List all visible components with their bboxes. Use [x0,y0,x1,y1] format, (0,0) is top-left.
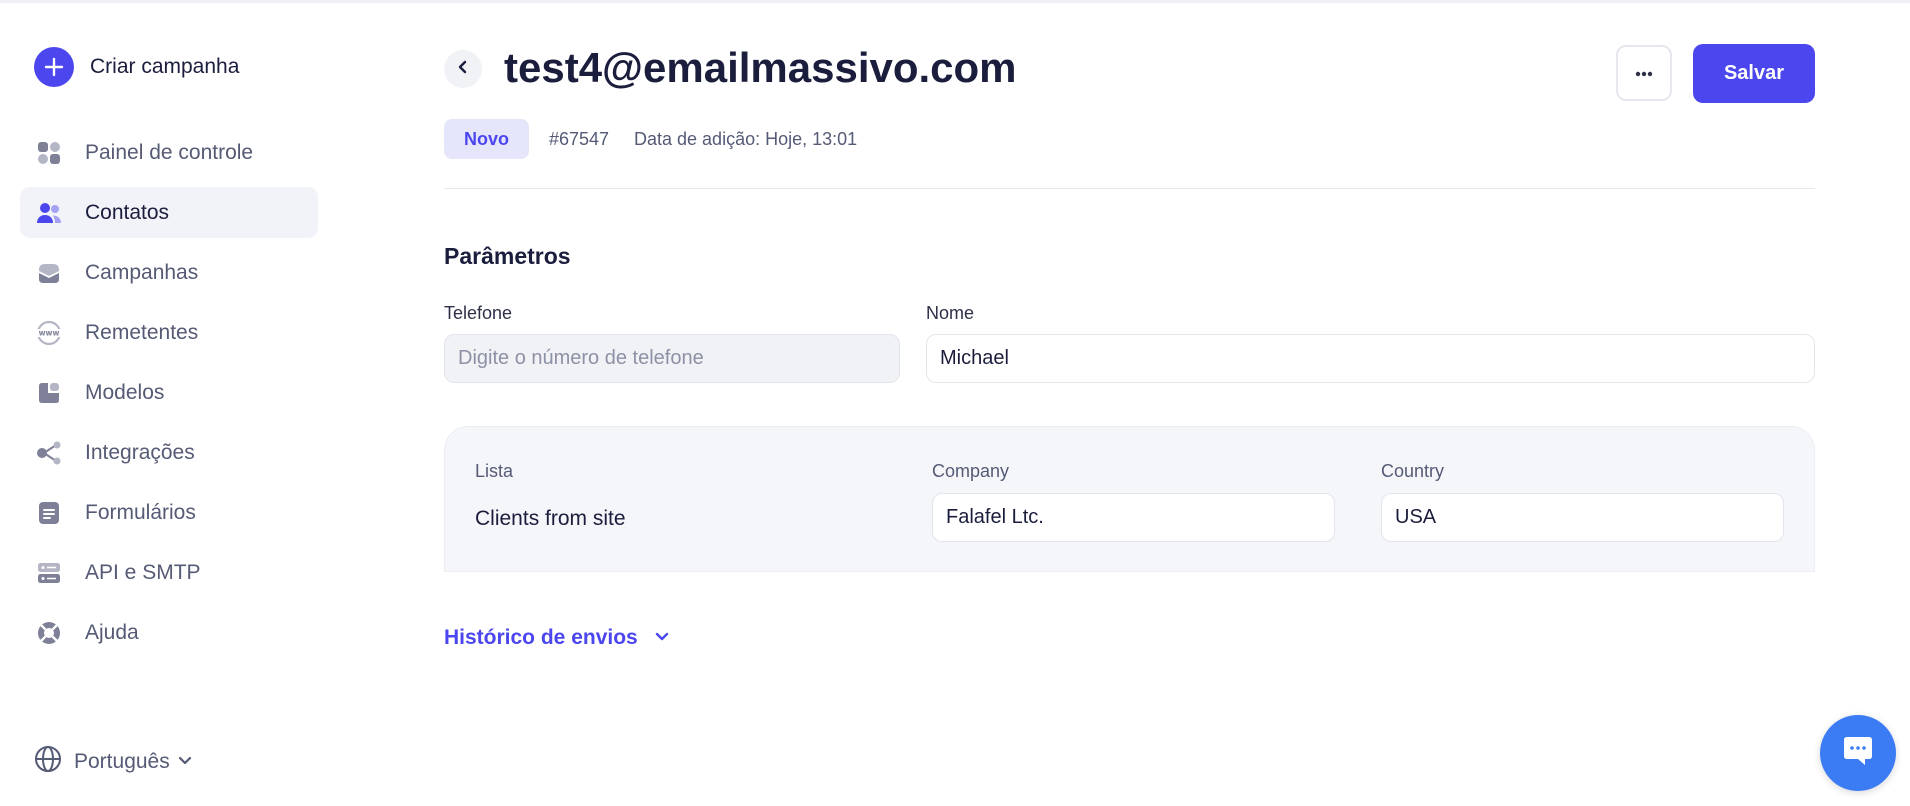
chat-bubble-icon [1841,735,1875,772]
sidebar-item-label: Remetentes [85,320,199,344]
sidebar-item-contacts[interactable]: Contatos [20,187,318,238]
sidebar-item-label: Contatos [85,200,170,224]
sidebar-item-forms[interactable]: Formulários [20,487,318,538]
chevron-down-icon [654,629,670,647]
forms-icon [36,500,62,526]
custom-fields-panel: Lista Clients from site Company Country [444,426,1815,572]
send-history-label: Histórico de envios [444,626,638,649]
integrations-icon [36,440,62,466]
sidebar-item-api-smtp[interactable]: API e SMTP [20,547,318,598]
company-field[interactable] [932,493,1335,542]
sidebar-item-label: Campanhas [85,260,199,284]
back-button[interactable] [444,50,482,88]
added-date: Data de adição: Hoje, 13:01 [634,129,858,149]
sidebar-item-integrations[interactable]: Integrações [20,427,318,478]
ellipsis-icon [1635,64,1653,82]
campaigns-icon [36,260,62,286]
sidebar-item-senders[interactable]: www Remetentes [20,307,318,358]
api-smtp-icon [36,560,62,586]
save-button[interactable]: Salvar [1693,44,1815,103]
chevron-down-icon [178,753,192,771]
sidebar-item-label: Modelos [85,380,165,404]
sidebar-item-label: API e SMTP [85,560,201,584]
sidebar-nav: Painel de controle Contatos Campanhas ww… [20,127,318,667]
sidebar-item-templates[interactable]: Modelos [20,367,318,418]
contact-id: #67547 [549,129,610,149]
list-label: Lista [475,461,514,481]
chevron-left-icon [457,59,469,80]
sidebar-item-dashboard[interactable]: Painel de controle [20,127,318,178]
phone-label: Telefone [444,303,513,323]
contacts-icon [36,200,62,226]
svg-text:www: www [39,328,60,337]
sidebar-item-campaigns[interactable]: Campanhas [20,247,318,298]
divider [444,188,1815,189]
plus-icon [34,47,74,87]
phone-field[interactable] [444,334,900,383]
section-title-parameters: Parâmetros [444,243,571,269]
sidebar-item-label: Formulários [85,500,196,524]
language-label: Português [74,749,170,773]
more-options-button[interactable] [1616,45,1672,101]
page-title: test4@emailmassivo.com [504,44,1017,91]
chat-support-button[interactable] [1820,715,1896,791]
list-value: Clients from site [475,507,626,530]
sidebar: Criar campanha Painel de controle Contat… [0,0,340,806]
create-campaign-label: Criar campanha [90,55,240,78]
sidebar-item-label: Ajuda [85,620,139,644]
language-selector[interactable]: Português [34,745,192,778]
sidebar-item-label: Painel de controle [85,140,254,164]
sidebar-item-help[interactable]: Ajuda [20,607,318,658]
company-label: Company [932,461,1010,481]
send-history-toggle[interactable]: Histórico de envios [444,626,670,650]
country-field[interactable] [1381,493,1784,542]
globe-icon [34,745,62,778]
create-campaign-button[interactable]: Criar campanha [34,47,239,87]
senders-www-icon: www [36,320,62,346]
name-field[interactable] [926,334,1815,383]
country-label: Country [1381,461,1445,481]
dashboard-icon [36,140,62,166]
templates-icon [36,380,62,406]
sidebar-item-label: Integrações [85,440,195,464]
status-badge: Novo [444,119,529,159]
name-label: Nome [926,303,975,323]
help-lifebuoy-icon [36,620,62,646]
